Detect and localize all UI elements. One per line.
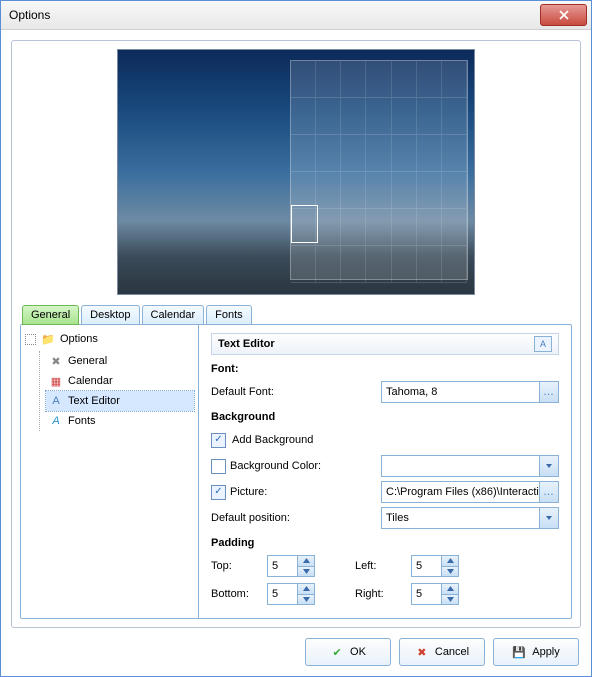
default-position-value: Tiles (382, 508, 539, 528)
dropdown-button[interactable] (539, 508, 558, 528)
spin-right[interactable]: 5 (411, 583, 459, 605)
ellipsis-button[interactable]: … (539, 482, 558, 502)
tree-item-label: Text Editor (68, 395, 120, 407)
tree-item-text-editor[interactable]: A Text Editor (46, 391, 194, 411)
tabstrip: General Desktop Calendar Fonts (20, 305, 572, 325)
main-panel: General Desktop Calendar Fonts 📁 Options… (11, 40, 581, 628)
tree-item-label: Calendar (68, 375, 113, 387)
row-add-background: Add Background (211, 429, 559, 451)
tools-icon: ✖ (48, 353, 64, 369)
dialog-buttons: ✔ OK ✖ Cancel 💾 Apply (11, 638, 581, 666)
label-bottom: Bottom: (211, 588, 259, 600)
tab-general[interactable]: General (22, 305, 79, 325)
default-font-value: Tahoma, 8 (382, 382, 539, 402)
dropdown-button[interactable] (539, 456, 558, 476)
save-icon: 💾 (512, 645, 526, 659)
spin-up[interactable] (298, 584, 314, 594)
close-button[interactable] (540, 4, 587, 26)
spin-down[interactable] (442, 594, 458, 605)
fonts-icon: A (48, 413, 64, 429)
close-icon (559, 10, 569, 20)
form-pane: Text Editor A Font: Default Font: Tahoma… (199, 325, 571, 618)
section-icon: A (534, 336, 552, 352)
tree-item-fonts[interactable]: A Fonts (46, 411, 194, 431)
spin-left[interactable]: 5 (411, 555, 459, 577)
text-editor-icon: A (48, 393, 64, 409)
spin-up[interactable] (442, 584, 458, 594)
folder-icon: 📁 (40, 331, 56, 347)
row-default-font: Default Font: Tahoma, 8 … (211, 381, 559, 403)
background-color-combo[interactable] (381, 455, 559, 477)
spin-up[interactable] (298, 556, 314, 566)
label-right: Right: (355, 588, 403, 600)
label-background-color: Background Color: (211, 459, 381, 474)
spin-bottom[interactable]: 5 (267, 583, 315, 605)
tree-root-label: Options (60, 333, 98, 345)
tab-fonts[interactable]: Fonts (206, 305, 252, 325)
group-font: Font: (211, 363, 559, 375)
tab-calendar[interactable]: Calendar (142, 305, 205, 325)
tree-root[interactable]: 📁 Options (25, 331, 194, 347)
tree-children: ✖ General ▦ Calendar A Text Editor A (39, 351, 194, 431)
spin-down[interactable] (298, 566, 314, 577)
tree-item-calendar[interactable]: ▦ Calendar (46, 371, 194, 391)
spin-down[interactable] (298, 594, 314, 605)
ok-button[interactable]: ✔ OK (305, 638, 391, 666)
checkbox-background-color[interactable] (211, 459, 226, 474)
apply-button[interactable]: 💾 Apply (493, 638, 579, 666)
label-default-position: Default position: (211, 512, 381, 524)
section-title: Text Editor (218, 338, 534, 350)
label-add-background: Add Background (232, 434, 313, 446)
label-top: Top: (211, 560, 259, 572)
checkbox-add-background[interactable] (211, 433, 226, 448)
tree-pane: 📁 Options ✖ General ▦ Calendar (21, 325, 199, 618)
tree-item-general[interactable]: ✖ General (46, 351, 194, 371)
label-default-font: Default Font: (211, 386, 381, 398)
padding-grid: Top: 5 Bottom: 5 Left: 5 Right: (211, 555, 559, 605)
picture-combo[interactable]: C:\Program Files (x86)\Interactive … (381, 481, 559, 503)
label-picture: Picture: (211, 485, 381, 500)
options-dialog: Options General Desktop Calenda (0, 0, 592, 677)
check-icon: ✔ (330, 645, 344, 659)
section-header: Text Editor A (211, 333, 559, 355)
background-color-value (382, 456, 539, 476)
spin-up[interactable] (442, 556, 458, 566)
preview-image (117, 49, 475, 295)
spin-top[interactable]: 5 (267, 555, 315, 577)
group-background: Background (211, 411, 559, 423)
row-default-position: Default position: Tiles (211, 507, 559, 529)
preview-calendar-overlay (290, 60, 468, 280)
cancel-icon: ✖ (415, 645, 429, 659)
cancel-button[interactable]: ✖ Cancel (399, 638, 485, 666)
label-left: Left: (355, 560, 403, 572)
ellipsis-button[interactable]: … (539, 382, 558, 402)
client-area: General Desktop Calendar Fonts 📁 Options… (1, 30, 591, 676)
split-pane: 📁 Options ✖ General ▦ Calendar (20, 324, 572, 619)
default-position-combo[interactable]: Tiles (381, 507, 559, 529)
picture-value: C:\Program Files (x86)\Interactive (382, 482, 539, 502)
window-title: Options (9, 8, 540, 22)
row-picture: Picture: C:\Program Files (x86)\Interact… (211, 481, 559, 503)
tree-item-label: General (68, 355, 107, 367)
spin-down[interactable] (442, 566, 458, 577)
row-background-color: Background Color: (211, 455, 559, 477)
default-font-combo[interactable]: Tahoma, 8 … (381, 381, 559, 403)
tree-toggle-icon (25, 334, 36, 345)
calendar-icon: ▦ (48, 373, 64, 389)
checkbox-picture[interactable] (211, 485, 226, 500)
tree-item-label: Fonts (68, 415, 96, 427)
tab-desktop[interactable]: Desktop (81, 305, 139, 325)
group-padding: Padding (211, 537, 559, 549)
titlebar: Options (1, 1, 591, 30)
